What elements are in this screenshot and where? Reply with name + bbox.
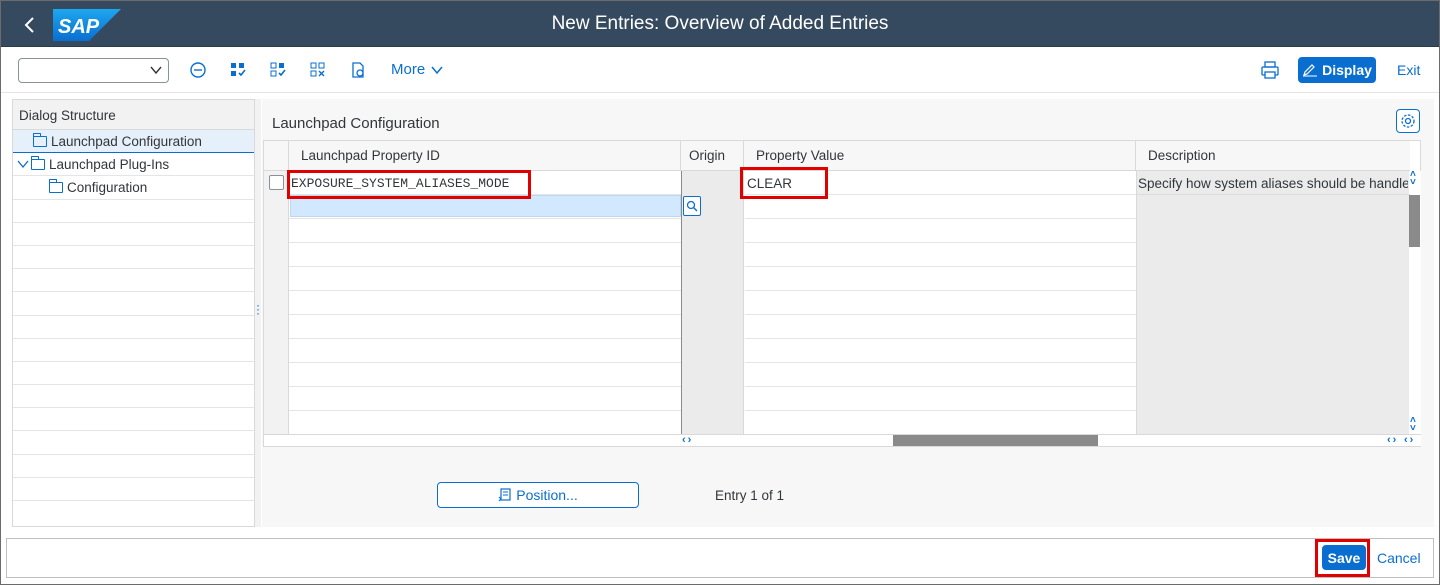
print-icon[interactable] bbox=[1259, 59, 1281, 81]
row-divider bbox=[745, 386, 1136, 387]
exit-button[interactable]: Exit bbox=[1397, 62, 1420, 78]
position-icon bbox=[498, 488, 511, 502]
column-divider bbox=[1136, 171, 1137, 434]
more-menu-button[interactable]: More bbox=[391, 61, 443, 78]
folder-icon bbox=[49, 178, 63, 193]
tree-empty-row bbox=[13, 339, 254, 362]
tree-empty-row bbox=[13, 455, 254, 478]
scroll-left-right-icon[interactable]: ‹› bbox=[1404, 434, 1415, 446]
command-field-dropdown[interactable] bbox=[18, 58, 169, 83]
row-divider bbox=[289, 290, 681, 291]
row-divider bbox=[289, 314, 681, 315]
footer-bar bbox=[6, 538, 1434, 578]
chevron-down-icon bbox=[17, 160, 29, 169]
position-button[interactable]: Position... bbox=[437, 482, 639, 508]
tree-empty-row bbox=[13, 385, 254, 409]
table-settings-button[interactable] bbox=[1396, 109, 1420, 133]
save-button[interactable]: Save bbox=[1322, 545, 1366, 570]
row-divider bbox=[289, 242, 681, 243]
chevron-down-icon bbox=[150, 66, 162, 75]
row-divider bbox=[289, 362, 681, 363]
tree-empty-row bbox=[13, 292, 254, 316]
dialog-structure-panel: Dialog Structure Launchpad Configuration… bbox=[12, 99, 255, 527]
tree-empty-row bbox=[13, 431, 254, 455]
tree-empty-row bbox=[13, 408, 254, 432]
panel-title: Launchpad Configuration bbox=[272, 115, 440, 132]
entry-count-text: Entry 1 of 1 bbox=[715, 488, 785, 503]
display-label: Display bbox=[1322, 62, 1372, 78]
description-cell: Specify how system aliases should be han… bbox=[1138, 176, 1408, 191]
cancel-button[interactable]: Cancel bbox=[1377, 550, 1421, 566]
scroll-left-right-icon[interactable]: ‹› bbox=[682, 434, 693, 446]
column-header-origin[interactable]: Origin bbox=[681, 141, 744, 171]
row-divider bbox=[745, 338, 1136, 339]
tree-empty-row bbox=[13, 200, 254, 223]
row-divider bbox=[745, 242, 1136, 243]
tree-item-label: Launchpad Configuration bbox=[51, 133, 202, 149]
tree-item-launchpad-plugins[interactable]: Launchpad Plug-Ins bbox=[13, 153, 254, 177]
vertical-scroll-thumb[interactable] bbox=[1409, 195, 1420, 247]
row-divider bbox=[745, 362, 1136, 363]
gear-icon bbox=[1401, 114, 1415, 128]
toolbar: More Display Exit bbox=[0, 47, 1440, 93]
horizontal-scrollbar[interactable] bbox=[264, 434, 1421, 446]
scroll-up-down-icon[interactable]: ˄ ˅ bbox=[1410, 170, 1418, 188]
tree-empty-row bbox=[13, 223, 254, 246]
row-divider bbox=[289, 218, 681, 219]
scroll-up-down-icon[interactable]: ˄ ˅ bbox=[1410, 416, 1418, 434]
value-help-icon bbox=[686, 200, 698, 212]
highlight-property-id bbox=[287, 170, 531, 199]
horizontal-scroll-thumb[interactable] bbox=[893, 435, 1098, 446]
tree-item-configuration[interactable]: Configuration bbox=[13, 176, 254, 200]
column-header-property-id[interactable]: Launchpad Property ID bbox=[289, 141, 681, 171]
dialog-structure-header: Dialog Structure bbox=[13, 100, 254, 130]
scroll-left-right-icon[interactable]: ‹› bbox=[1387, 434, 1398, 446]
tree-empty-row bbox=[13, 246, 254, 270]
row-divider bbox=[289, 410, 681, 411]
configure-icon[interactable] bbox=[347, 59, 369, 81]
tree-item-launchpad-configuration[interactable]: Launchpad Configuration bbox=[13, 130, 254, 154]
row-divider bbox=[745, 410, 1136, 411]
display-edit-icon bbox=[1303, 64, 1318, 77]
tree-item-label: Launchpad Plug-Ins bbox=[49, 156, 170, 172]
deselect-all-icon[interactable] bbox=[307, 59, 329, 81]
row-divider bbox=[289, 338, 681, 339]
row-select-checkbox[interactable] bbox=[269, 175, 284, 190]
position-label: Position... bbox=[516, 487, 578, 503]
tree-item-label: Configuration bbox=[67, 179, 148, 195]
row-divider bbox=[745, 314, 1136, 315]
entries-table: Launchpad Property ID Origin Property Va… bbox=[263, 140, 1421, 447]
highlight-property-value bbox=[740, 167, 828, 199]
tree-empty-row bbox=[13, 269, 254, 293]
display-button[interactable]: Display bbox=[1298, 57, 1376, 83]
row-divider bbox=[1137, 194, 1410, 195]
folder-icon bbox=[31, 155, 45, 170]
page-title: New Entries: Overview of Added Entries bbox=[551, 13, 889, 34]
row-divider bbox=[289, 386, 681, 387]
shell-header: SAP New Entries: Overview of Added Entri… bbox=[0, 0, 1440, 47]
more-label: More bbox=[391, 61, 426, 78]
select-all-icon[interactable] bbox=[227, 59, 249, 81]
splitter-handle-icon[interactable]: · · · bbox=[256, 299, 260, 319]
tree-empty-row bbox=[13, 362, 254, 386]
column-header-description[interactable]: Description bbox=[1136, 141, 1410, 171]
minus-circle-icon[interactable] bbox=[187, 59, 209, 81]
table-header: Launchpad Property ID Origin Property Va… bbox=[264, 141, 1410, 171]
value-help-button[interactable] bbox=[683, 196, 701, 216]
description-column bbox=[1136, 171, 1409, 434]
row-divider bbox=[745, 266, 1136, 267]
folder-open-icon bbox=[33, 132, 47, 147]
tree-empty-row bbox=[13, 478, 254, 501]
row-divider bbox=[745, 290, 1136, 291]
chevron-down-icon bbox=[431, 66, 443, 74]
select-block-icon[interactable] bbox=[267, 59, 289, 81]
row-selector-column bbox=[264, 171, 289, 434]
row-divider bbox=[289, 266, 681, 267]
row-divider bbox=[745, 218, 1136, 219]
selector-header[interactable] bbox=[264, 141, 289, 171]
tree-empty-row bbox=[13, 316, 254, 339]
